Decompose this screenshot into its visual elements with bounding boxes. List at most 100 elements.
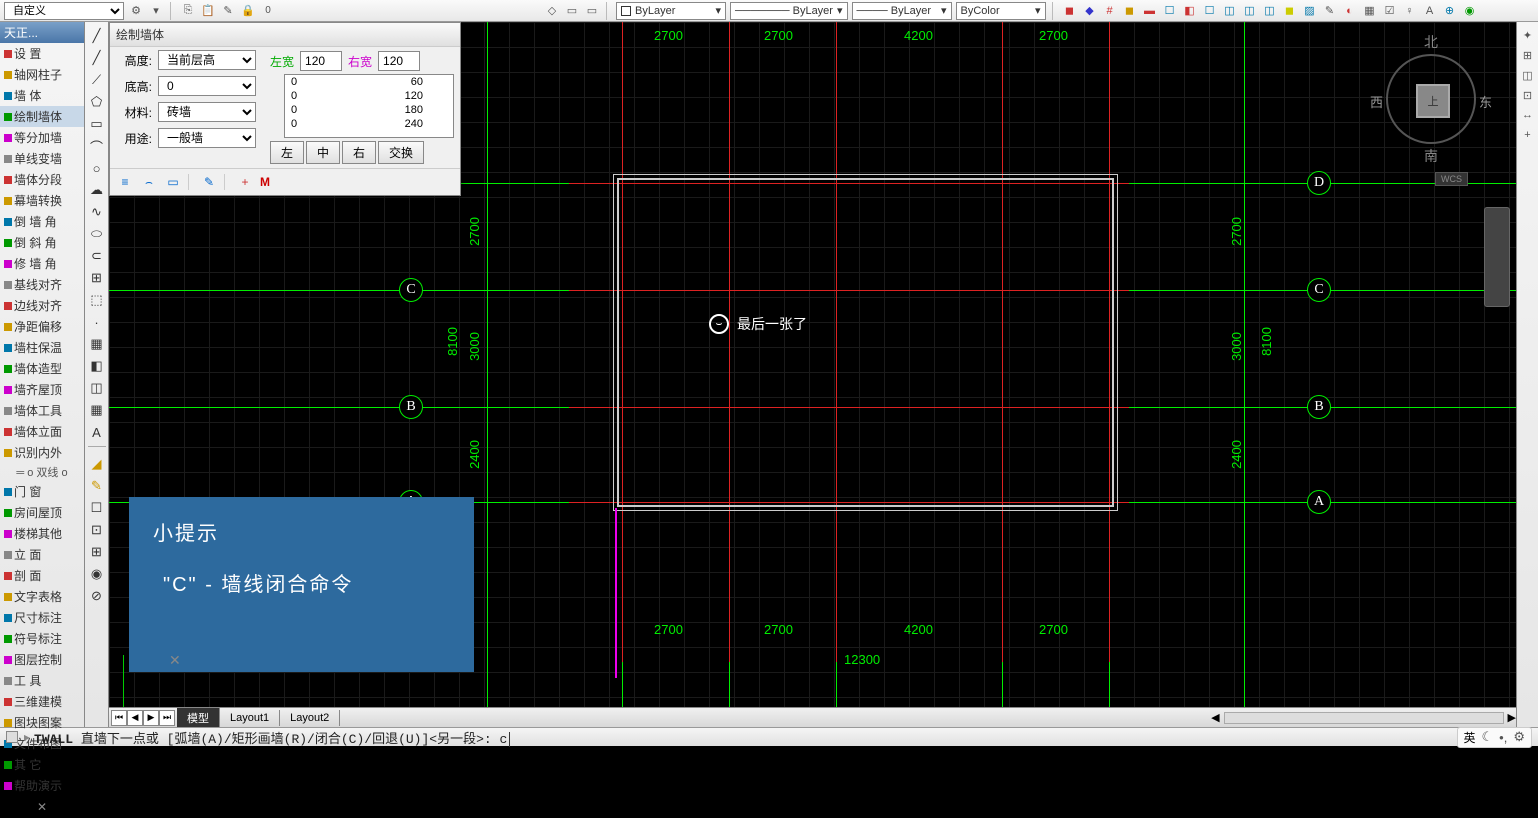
line-icon[interactable]: ╱ xyxy=(87,26,107,46)
tab-model[interactable]: 模型 xyxy=(177,708,220,728)
spline-icon[interactable]: ∿ xyxy=(87,202,107,222)
ime-bar[interactable]: 英 ☾ •, ⚙ xyxy=(1457,727,1533,748)
rect-icon[interactable]: ▭ xyxy=(87,114,107,134)
pline-icon[interactable]: ⟋ xyxy=(87,70,107,90)
tb-ic-14[interactable]: ✎ xyxy=(1322,3,1338,19)
menu-item[interactable]: 墙柱保温 xyxy=(0,337,84,358)
rt-1-icon[interactable]: ✦ xyxy=(1519,26,1537,44)
menu-item[interactable]: 倒 斜 角 xyxy=(0,232,84,253)
rt-6-icon[interactable]: + xyxy=(1519,126,1537,144)
lineweight-control[interactable]: ──── ByLayer▾ xyxy=(852,2,952,20)
menu-item[interactable]: 识别内外 xyxy=(0,442,84,463)
tb-ic-6[interactable]: ☐ xyxy=(1162,3,1178,19)
usage-select[interactable]: 一般墙 xyxy=(158,128,256,148)
gradient-icon[interactable]: ◧ xyxy=(87,356,107,376)
menu-item[interactable]: 墙齐屋顶 xyxy=(0,379,84,400)
h-scrollbar[interactable] xyxy=(1224,712,1504,724)
menu-item[interactable]: 图层控制 xyxy=(0,649,84,670)
lock-icon[interactable]: 🔒 xyxy=(240,3,256,19)
left-button[interactable]: 左 xyxy=(270,141,304,164)
menu-item[interactable]: 墙体分段 xyxy=(0,169,84,190)
mid-button[interactable]: 中 xyxy=(306,141,340,164)
tb-ic-13[interactable]: ▨ xyxy=(1302,3,1318,19)
navigation-bar[interactable] xyxy=(1484,207,1510,307)
menu-item[interactable]: 墙体造型 xyxy=(0,358,84,379)
menu-item[interactable]: 门 窗 xyxy=(0,481,84,502)
settings-icon[interactable]: ⚙ xyxy=(1513,729,1525,745)
material-select[interactable]: 砖墙 xyxy=(158,102,256,122)
menu-item[interactable]: 绘制墙体 xyxy=(0,106,84,127)
mod-7-icon[interactable]: ⊘ xyxy=(87,586,107,606)
mod-3-icon[interactable]: ☐ xyxy=(87,498,107,518)
menu-item[interactable]: 房间屋顶 xyxy=(0,502,84,523)
menu-item[interactable]: 基线对齐 xyxy=(0,274,84,295)
linetype-control[interactable]: ─────── ByLayer▾ xyxy=(730,2,848,20)
menu-item[interactable]: 其 它 xyxy=(0,754,84,775)
scroll-left-icon[interactable]: ◀ xyxy=(1211,711,1219,724)
mod-1-icon[interactable]: ◢ xyxy=(87,454,107,474)
menu-item[interactable]: 立 面 xyxy=(0,544,84,565)
tb-ic-2[interactable]: ◆ xyxy=(1082,3,1098,19)
copy-icon[interactable]: ⎘ xyxy=(180,3,196,19)
hatch-icon[interactable]: ▦ xyxy=(87,334,107,354)
cmd-handle-icon[interactable] xyxy=(6,731,18,743)
menu-item[interactable]: 三维建模 xyxy=(0,691,84,712)
menu-item[interactable]: 帮助演示 xyxy=(0,775,84,796)
mod-6-icon[interactable]: ◉ xyxy=(87,564,107,584)
tb-ic-9[interactable]: ◫ xyxy=(1222,3,1238,19)
rt-5-icon[interactable]: ↔ xyxy=(1519,106,1537,124)
ellipse-icon[interactable]: ⬭ xyxy=(87,224,107,244)
rt-4-icon[interactable]: ⊡ xyxy=(1519,86,1537,104)
tb-ic-8[interactable]: ☐ xyxy=(1202,3,1218,19)
layer-color-control[interactable]: ByLayer▾ xyxy=(616,2,726,20)
command-line[interactable]: ▸ TWALL 直墙下一点或 [弧墙(A)/矩形画墙(R)/闭合(C)/回退(U… xyxy=(0,727,1538,746)
polygon-icon[interactable]: ⬠ xyxy=(87,92,107,112)
menu-item[interactable]: 单线变墙 xyxy=(0,148,84,169)
tab-next-icon[interactable]: ▶ xyxy=(143,710,159,726)
tb-ic-15[interactable]: ◐ xyxy=(1342,3,1358,19)
tb-ic-1[interactable]: ◼ xyxy=(1062,3,1078,19)
tb-ic-18[interactable]: ♀ xyxy=(1402,3,1418,19)
left-width-input[interactable] xyxy=(300,51,342,71)
arc-icon[interactable]: ⌒ xyxy=(87,136,107,156)
circle-icon[interactable]: ○ xyxy=(87,158,107,178)
menu-item[interactable]: 幕墙转换 xyxy=(0,190,84,211)
menu-item[interactable]: 文字表格 xyxy=(0,586,84,607)
plus-icon[interactable]: + xyxy=(236,173,254,191)
mod-4-icon[interactable]: ⊡ xyxy=(87,520,107,540)
menu-item[interactable]: 边线对齐 xyxy=(0,295,84,316)
gear-icon[interactable]: ⚙ xyxy=(128,3,144,19)
rt-3-icon[interactable]: ◫ xyxy=(1519,66,1537,84)
mode-3-icon[interactable]: ▭ xyxy=(164,173,182,191)
m-icon[interactable]: M xyxy=(260,175,270,189)
panel-close-icon[interactable]: ✕ xyxy=(0,796,84,818)
revcloud-icon[interactable]: ☁ xyxy=(87,180,107,200)
zero-icon[interactable]: 0 xyxy=(260,3,276,19)
width-listbox[interactable]: 060012001800240 xyxy=(284,74,454,138)
tb-ic-16[interactable]: ▦ xyxy=(1362,3,1378,19)
plot-style-control[interactable]: ByColor▾ xyxy=(956,2,1046,20)
insert-icon[interactable]: ⊞ xyxy=(87,268,107,288)
menu-item[interactable]: 墙 体 xyxy=(0,85,84,106)
menu-item[interactable]: 尺寸标注 xyxy=(0,607,84,628)
match-icon[interactable]: ✎ xyxy=(220,3,236,19)
tool-icon[interactable]: ◇ xyxy=(544,3,560,19)
menu-item[interactable]: 符号标注 xyxy=(0,628,84,649)
menu-item[interactable]: 等分加墙 xyxy=(0,127,84,148)
tb-ic-7[interactable]: ◧ xyxy=(1182,3,1198,19)
tb-ic-19[interactable]: A xyxy=(1422,3,1438,19)
menu-item[interactable]: 墙体立面 xyxy=(0,421,84,442)
right-button[interactable]: 右 xyxy=(342,141,376,164)
rt-2-icon[interactable]: ⊞ xyxy=(1519,46,1537,64)
menu-item[interactable]: 工 具 xyxy=(0,670,84,691)
tool-icon-2[interactable]: ▭ xyxy=(564,3,580,19)
paste-icon[interactable]: 📋 xyxy=(200,3,216,19)
height-select[interactable]: 当前层高 xyxy=(158,50,256,70)
region-icon[interactable]: ◫ xyxy=(87,378,107,398)
text-icon[interactable]: A xyxy=(87,422,107,442)
mode-2-icon[interactable]: ⌢ xyxy=(140,173,158,191)
table-icon[interactable]: ▦ xyxy=(87,400,107,420)
tb-ic-20[interactable]: ⊕ xyxy=(1442,3,1458,19)
menu-item[interactable]: 剖 面 xyxy=(0,565,84,586)
tb-ic-4[interactable]: ◼ xyxy=(1122,3,1138,19)
